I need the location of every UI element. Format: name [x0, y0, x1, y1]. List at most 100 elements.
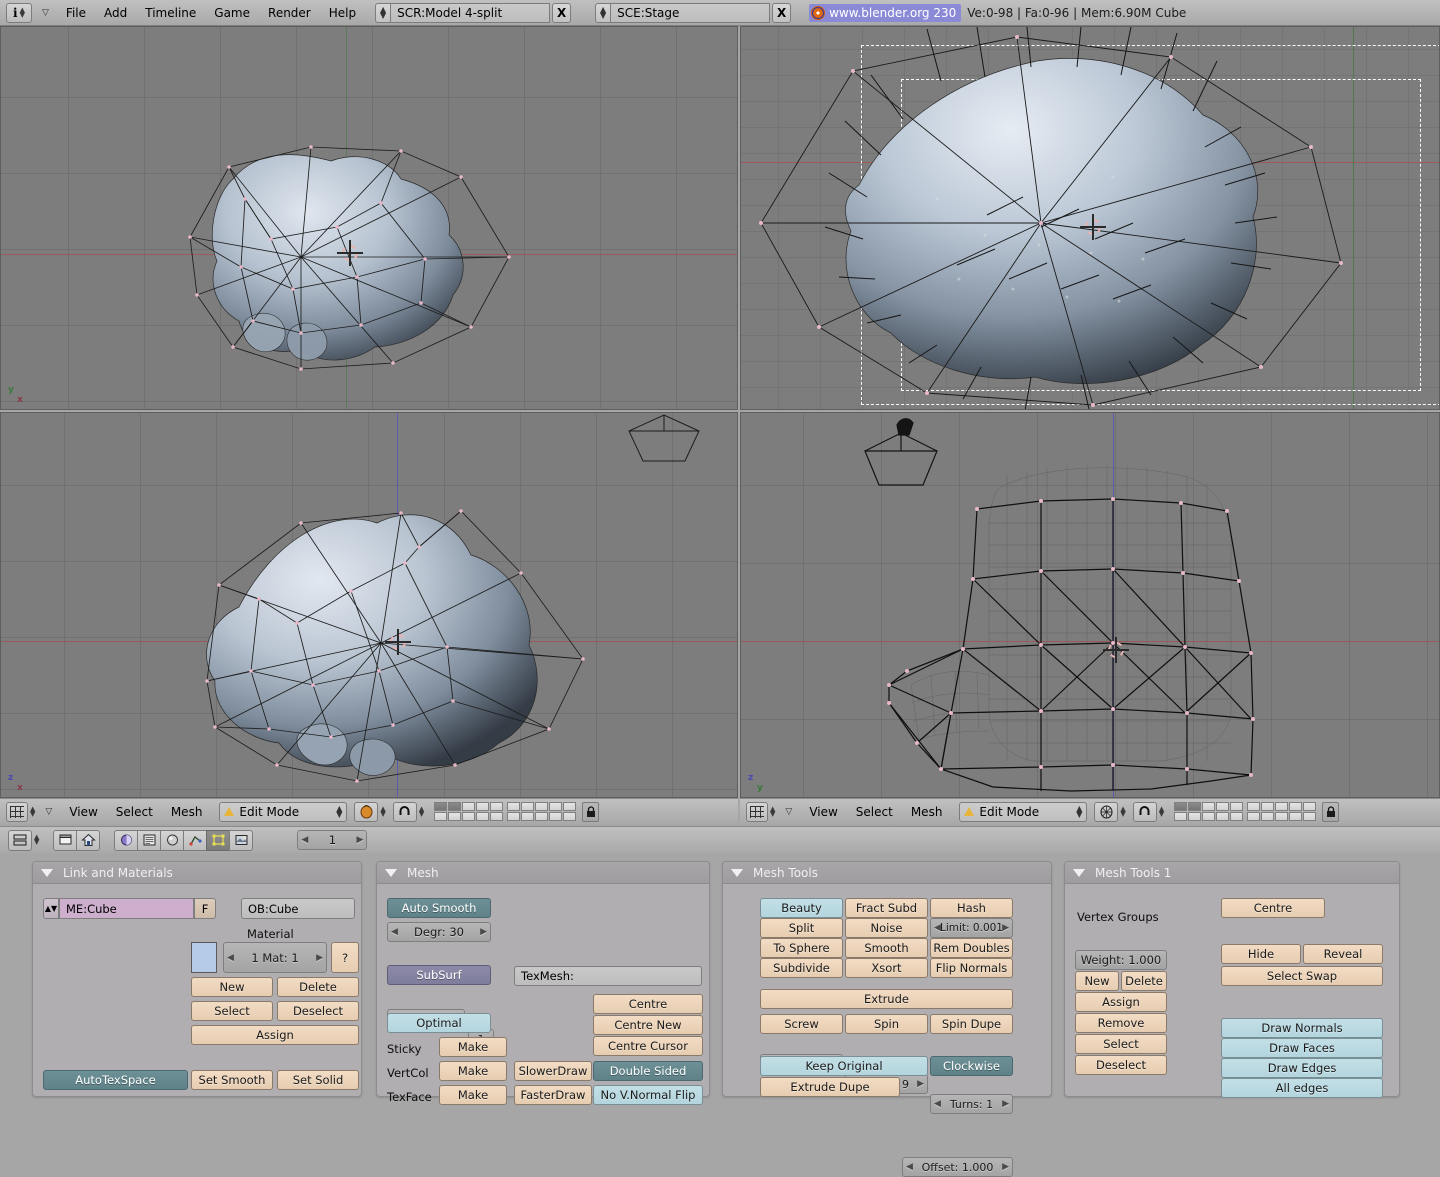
frame-number-field[interactable]: ◀ 1 ▶: [297, 830, 367, 850]
extrude-dupe-button[interactable]: Extrude Dupe: [760, 1077, 900, 1097]
layer-buttons[interactable]: [1174, 802, 1316, 821]
layer-buttons[interactable]: [434, 802, 576, 821]
layer-button[interactable]: [521, 802, 534, 811]
layer-button[interactable]: [549, 802, 562, 811]
material-color-swatch[interactable]: [191, 942, 217, 973]
panel-header[interactable]: Mesh Tools: [723, 862, 1051, 884]
panel-header[interactable]: Mesh: [377, 862, 709, 884]
lock-icon[interactable]: [1322, 802, 1339, 822]
layer-button[interactable]: [521, 812, 534, 821]
scene-icon[interactable]: [229, 830, 253, 851]
xsort-button[interactable]: Xsort: [845, 958, 928, 978]
view3d-menu-mesh[interactable]: Mesh: [162, 802, 212, 822]
layer-button[interactable]: [535, 802, 548, 811]
set-smooth-button[interactable]: Set Smooth: [191, 1070, 273, 1090]
collapse-triangle-icon[interactable]: [1073, 869, 1085, 877]
draw-normals-button[interactable]: Draw Normals: [1221, 1018, 1383, 1038]
world-icon[interactable]: [137, 830, 161, 851]
layer-button[interactable]: [1188, 812, 1201, 821]
layer-button[interactable]: [1202, 812, 1215, 821]
extrude-offset-field[interactable]: ◀ Offset: 1.000 ▶: [902, 1157, 1013, 1177]
layer-button[interactable]: [448, 812, 461, 821]
layer-group-1[interactable]: [434, 802, 503, 821]
editing-icon[interactable]: [206, 830, 230, 851]
view3d-menu-view[interactable]: View: [60, 802, 106, 822]
vgroup-assign-button[interactable]: Assign: [1075, 992, 1167, 1012]
hide-button[interactable]: Hide: [1221, 944, 1301, 964]
layer-button[interactable]: [476, 812, 489, 821]
layer-button[interactable]: [1261, 802, 1274, 811]
split-button[interactable]: Split: [760, 918, 843, 938]
layer-group-2[interactable]: [507, 802, 576, 821]
layer-button[interactable]: [507, 812, 520, 821]
material-help-button[interactable]: ?: [331, 942, 359, 973]
vgroup-delete-button[interactable]: Delete: [1121, 971, 1167, 991]
material-index-field[interactable]: ◀ 1 Mat: 1 ▶: [223, 942, 327, 973]
chevron-right-icon[interactable]: ▶: [316, 953, 323, 963]
chevron-updown-icon[interactable]: ▲▼: [1159, 807, 1164, 817]
chevron-updown-icon[interactable]: ▲▼: [1076, 806, 1082, 818]
layer-button[interactable]: [1247, 812, 1260, 821]
mesh-browse-updown-icon[interactable]: ▲▼: [43, 898, 59, 919]
subsurf-button[interactable]: SubSurf: [387, 965, 491, 985]
chevron-left-icon[interactable]: ◀: [301, 835, 308, 845]
chevron-left-icon[interactable]: ◀: [227, 953, 234, 963]
screen-delete-button[interactable]: X: [552, 3, 571, 23]
mesh-name-field[interactable]: ME:Cube: [59, 898, 194, 919]
object-icon[interactable]: [183, 830, 207, 851]
window-type-grid-icon[interactable]: [6, 802, 28, 822]
screen-selector-value[interactable]: SCR:Model 4-split: [390, 3, 550, 23]
fake-user-button[interactable]: F: [194, 898, 216, 919]
magnet-icon[interactable]: [393, 802, 417, 822]
buttons-context-icons[interactable]: [114, 830, 253, 851]
screen-selector[interactable]: ▲▼ SCR:Model 4-split X: [375, 3, 571, 23]
layer-button[interactable]: [490, 802, 503, 811]
set-solid-button[interactable]: Set Solid: [277, 1070, 359, 1090]
material-icon[interactable]: [160, 830, 184, 851]
object-name-field[interactable]: OB:Cube: [241, 898, 355, 919]
layer-button[interactable]: [1303, 802, 1316, 811]
menu-timeline[interactable]: Timeline: [136, 3, 205, 23]
chevron-left-icon[interactable]: ◀: [934, 1099, 941, 1109]
chevron-right-icon[interactable]: ▶: [917, 1079, 924, 1089]
layer-button[interactable]: [434, 812, 447, 821]
centre-new-button[interactable]: Centre New: [593, 1015, 703, 1035]
layer-button[interactable]: [1174, 802, 1187, 811]
clockwise-button[interactable]: Clockwise: [930, 1056, 1013, 1076]
layer-button[interactable]: [462, 812, 475, 821]
vgroup-select-button[interactable]: Select: [1075, 1034, 1167, 1054]
double-sided-button[interactable]: Double Sided: [593, 1061, 703, 1081]
mode-selector[interactable]: Edit Mode ▲▼: [959, 802, 1087, 822]
layer-button[interactable]: [1216, 812, 1229, 821]
faster-draw-button[interactable]: FasterDraw: [514, 1085, 592, 1105]
layer-button[interactable]: [1289, 802, 1302, 811]
deselect-button[interactable]: Deselect: [277, 1001, 359, 1021]
chevron-updown-icon[interactable]: ▲▼: [1120, 807, 1125, 817]
layer-button[interactable]: [448, 802, 461, 811]
centre-button[interactable]: Centre: [1221, 898, 1325, 918]
viewport-bottom-left[interactable]: z x: [0, 412, 738, 798]
draw-type-icon[interactable]: [354, 802, 378, 822]
slower-draw-button[interactable]: SlowerDraw: [514, 1061, 592, 1081]
buttons-view-icons[interactable]: [53, 830, 100, 851]
shading-icon[interactable]: [114, 830, 138, 851]
draw-edges-button[interactable]: Draw Edges: [1221, 1058, 1383, 1078]
layer-button[interactable]: [1216, 802, 1229, 811]
layer-button[interactable]: [1275, 812, 1288, 821]
layer-button[interactable]: [462, 802, 475, 811]
layer-button[interactable]: [1261, 812, 1274, 821]
chevron-right-icon[interactable]: ▶: [1002, 1162, 1009, 1172]
layer-button[interactable]: [1289, 812, 1302, 821]
all-edges-button[interactable]: All edges: [1221, 1078, 1383, 1098]
collapse-triangle-icon[interactable]: [41, 869, 53, 877]
chevron-left-icon[interactable]: ◀: [391, 927, 398, 937]
view3d-menu-mesh[interactable]: Mesh: [902, 802, 952, 822]
view3d-menu-view[interactable]: View: [800, 802, 846, 822]
panel-header[interactable]: Link and Materials: [33, 862, 361, 884]
draw-faces-button[interactable]: Draw Faces: [1221, 1038, 1383, 1058]
smooth-button[interactable]: Smooth: [845, 938, 928, 958]
menu-collapse-arrow-icon[interactable]: ▽: [785, 807, 792, 817]
centre-cursor-button[interactable]: Centre Cursor: [593, 1036, 703, 1056]
delete-material-button[interactable]: Delete: [277, 977, 359, 997]
vgroup-deselect-button[interactable]: Deselect: [1075, 1055, 1167, 1075]
